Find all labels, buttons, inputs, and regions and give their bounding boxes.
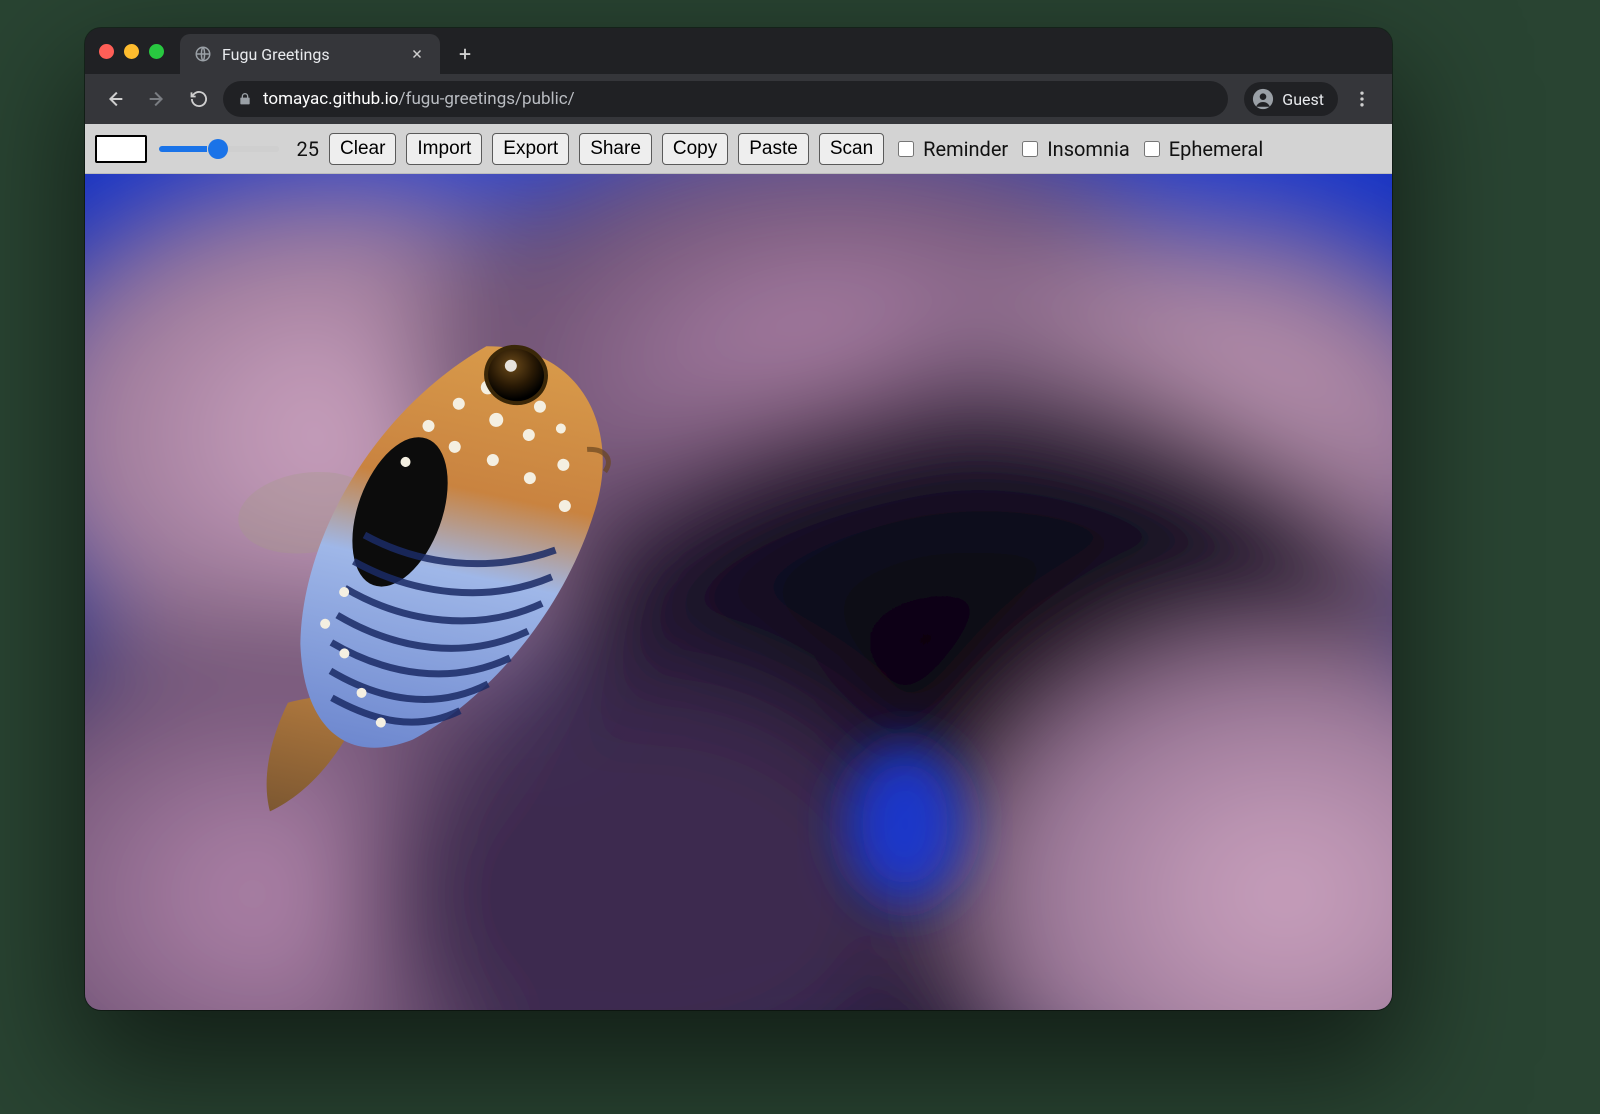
canvas-image[interactable] xyxy=(85,174,1392,1010)
paste-button[interactable]: Paste xyxy=(738,133,809,165)
ephemeral-checkbox-input[interactable] xyxy=(1144,141,1160,157)
menu-button[interactable] xyxy=(1344,81,1380,117)
color-picker[interactable] xyxy=(95,135,147,163)
tab-close-button[interactable] xyxy=(408,45,426,63)
tab-strip: Fugu Greetings xyxy=(85,28,1392,74)
browser-window: Fugu Greetings xyxy=(85,28,1392,1010)
window-maximize-button[interactable] xyxy=(149,44,164,59)
url-path: /fugu-greetings/public/ xyxy=(399,89,575,109)
lock-icon xyxy=(237,91,253,107)
export-button[interactable]: Export xyxy=(492,133,569,165)
window-close-button[interactable] xyxy=(99,44,114,59)
ephemeral-checkbox[interactable]: Ephemeral xyxy=(1140,137,1264,161)
url-host: tomayac.github.io xyxy=(263,89,399,109)
person-icon xyxy=(1252,88,1274,110)
reminder-checkbox-label: Reminder xyxy=(923,137,1008,161)
globe-icon xyxy=(194,45,212,63)
window-minimize-button[interactable] xyxy=(124,44,139,59)
tab-fugu-greetings[interactable]: Fugu Greetings xyxy=(180,34,440,74)
brush-size-slider[interactable] xyxy=(159,146,279,152)
share-button[interactable]: Share xyxy=(579,133,652,165)
scan-button[interactable]: Scan xyxy=(819,133,884,165)
url-text: tomayac.github.io/fugu-greetings/public/ xyxy=(263,89,575,109)
profile-chip[interactable]: Guest xyxy=(1244,82,1338,116)
tab-title: Fugu Greetings xyxy=(222,45,398,64)
import-button[interactable]: Import xyxy=(406,133,482,165)
back-button[interactable] xyxy=(97,81,133,117)
new-tab-button[interactable] xyxy=(448,37,482,71)
reminder-checkbox[interactable]: Reminder xyxy=(894,137,1008,161)
reminder-checkbox-input[interactable] xyxy=(898,141,914,157)
insomnia-checkbox-input[interactable] xyxy=(1022,141,1038,157)
reload-button[interactable] xyxy=(181,81,217,117)
insomnia-checkbox-label: Insomnia xyxy=(1047,137,1130,161)
browser-toolbar: tomayac.github.io/fugu-greetings/public/… xyxy=(85,74,1392,124)
page-content: 25 Clear Import Export Share Copy Paste … xyxy=(85,124,1392,1010)
ephemeral-checkbox-label: Ephemeral xyxy=(1169,137,1264,161)
brush-size-value: 25 xyxy=(291,137,319,161)
window-controls xyxy=(99,28,180,74)
insomnia-checkbox[interactable]: Insomnia xyxy=(1018,137,1130,161)
address-bar[interactable]: tomayac.github.io/fugu-greetings/public/ xyxy=(223,81,1228,117)
forward-button[interactable] xyxy=(139,81,175,117)
copy-button[interactable]: Copy xyxy=(662,133,728,165)
clear-button[interactable]: Clear xyxy=(329,133,396,165)
app-toolbar: 25 Clear Import Export Share Copy Paste … xyxy=(85,124,1392,174)
profile-label: Guest xyxy=(1282,90,1324,109)
